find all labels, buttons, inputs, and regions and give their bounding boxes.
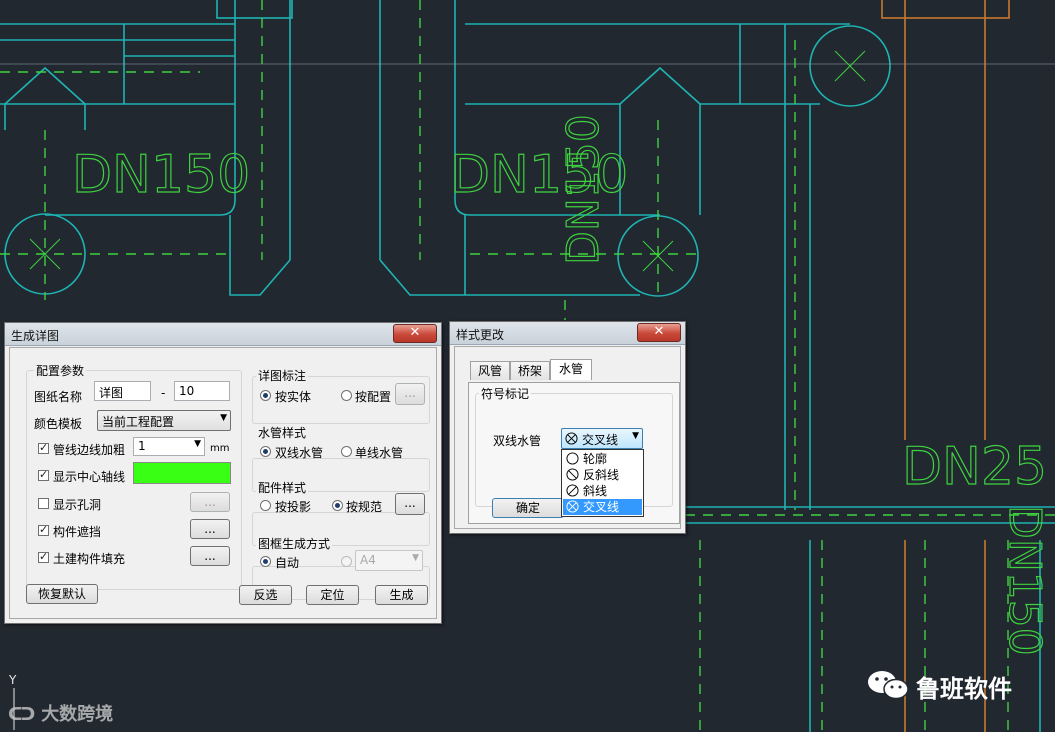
radio-by-projection-label: 按投影	[275, 500, 312, 514]
list-item-cross[interactable]: 交叉线	[563, 499, 642, 515]
frame-group-title: 图框生成方式	[256, 535, 333, 552]
config-options-button[interactable]: ...	[395, 383, 425, 405]
paper-size-select[interactable]: A4 ▼	[355, 550, 423, 571]
bold-edge-label: 管线边线加粗	[53, 443, 126, 457]
radio-by-config[interactable]	[341, 390, 352, 401]
symbol-group-title: 符号标记	[479, 385, 532, 402]
radio-by-config-label: 按配置	[355, 390, 392, 404]
list-item-slash[interactable]: 斜线	[563, 483, 642, 499]
close-button[interactable]: ✕	[637, 323, 681, 342]
holes-options-button[interactable]: ...	[190, 492, 230, 512]
locate-button[interactable]: 定位	[306, 585, 359, 605]
thickness-select[interactable]: 1 ▼	[133, 437, 205, 456]
drawing-name-label: 图纸名称	[34, 390, 83, 404]
axis-label: Y	[8, 673, 17, 687]
center-axis-checkbox[interactable]	[38, 468, 49, 481]
left-watermark-text: 大数跨境	[41, 704, 114, 725]
radio-double-line-label: 双线水管	[275, 446, 324, 460]
chevron-down-icon: ▼	[194, 439, 201, 449]
civil-fill-checkbox[interactable]	[38, 550, 49, 563]
civil-fill-options-button[interactable]: ...	[190, 546, 230, 566]
circle-icon	[566, 452, 579, 465]
color-template-label: 颜色模板	[34, 417, 83, 431]
cross-circle-icon	[566, 500, 579, 513]
detail-dialog-body: 配置参数 图纸名称 详图 - 10 颜色模板 当前工程配置 ▼ 管线边线加粗 1…	[9, 347, 437, 619]
radio-by-entity-label: 按实体	[275, 390, 312, 404]
drawing-name-input[interactable]: 详图	[94, 381, 151, 401]
chevron-down-icon: ▼	[220, 413, 227, 423]
bold-edge-checkbox[interactable]	[38, 441, 49, 454]
radio-single-line[interactable]	[341, 446, 352, 457]
backslash-circle-icon	[566, 468, 579, 481]
pipe-label: DN150	[72, 145, 250, 205]
symbol-select-value: 交叉线	[582, 433, 619, 447]
slash-circle-icon	[566, 484, 579, 497]
fitting-options-button[interactable]: ...	[395, 493, 425, 515]
radio-double-line[interactable]	[260, 446, 271, 457]
detail-dialog: 生成详图 ✕ 配置参数 图纸名称 详图 - 10 颜色模板 当前工程配置 ▼ 管…	[4, 322, 442, 624]
style-dialog-titlebar[interactable]: 样式更改 ✕	[450, 322, 685, 345]
fitting-style-group-title: 配件样式	[256, 479, 309, 496]
list-item-label: 斜线	[583, 484, 608, 498]
radio-by-standard-label: 按规范	[346, 500, 383, 514]
detail-label-group-title: 详图标注	[256, 367, 309, 384]
occlusion-checkbox[interactable]	[38, 523, 49, 536]
radio-by-standard[interactable]	[332, 500, 343, 511]
radio-by-projection[interactable]	[260, 500, 271, 511]
show-holes-label: 显示孔洞	[53, 498, 102, 512]
close-button[interactable]: ✕	[393, 324, 437, 343]
radio-auto[interactable]	[260, 556, 271, 567]
invert-selection-button[interactable]: 反选	[239, 585, 292, 605]
list-item-label: 轮廓	[583, 452, 608, 466]
generate-button[interactable]: 生成	[375, 585, 428, 605]
list-item-backslash[interactable]: 反斜线	[563, 467, 642, 483]
show-holes-checkbox[interactable]	[38, 498, 49, 509]
occlusion-label: 构件遮挡	[53, 525, 102, 539]
radio-paper[interactable]	[341, 556, 352, 567]
double-pipe-label: 双线水管	[493, 434, 542, 448]
list-item-label: 反斜线	[583, 468, 620, 482]
tab-strip: 风管 桥架 水管	[468, 359, 668, 382]
wechat-icon	[868, 671, 909, 700]
left-watermark: ᑕᑐ 大数跨境	[8, 700, 113, 726]
symbol-select[interactable]: 交叉线 ▼	[561, 428, 643, 449]
config-group-title: 配置参数	[34, 362, 87, 379]
pipe-label: DN150	[999, 505, 1050, 656]
right-watermark-text: 鲁班软件	[916, 675, 1012, 703]
thickness-unit: mm	[210, 443, 230, 454]
radio-auto-label: 自动	[275, 556, 300, 570]
thickness-value: 1	[138, 439, 146, 453]
list-item-outline[interactable]: 轮廓	[563, 451, 642, 467]
paper-size-value: A4	[360, 553, 376, 567]
logo-icon: ᑕᑐ	[8, 704, 35, 725]
civil-fill-label: 土建构件填充	[53, 552, 126, 566]
radio-single-line-label: 单线水管	[355, 446, 404, 460]
occlusion-options-button[interactable]: ...	[190, 519, 230, 539]
dialog-title: 生成详图	[11, 329, 60, 343]
color-template-value: 当前工程配置	[102, 415, 175, 429]
dash-separator: -	[161, 386, 166, 400]
center-axis-label: 显示中心轴线	[53, 470, 126, 484]
radio-by-entity[interactable]	[260, 390, 271, 401]
symbol-dropdown-list: 轮廓 反斜线 斜线 交叉线	[561, 449, 644, 517]
chevron-down-icon: ▼	[632, 431, 639, 441]
cross-circle-icon	[565, 432, 578, 445]
color-template-select[interactable]: 当前工程配置 ▼	[97, 410, 231, 431]
tab-tray[interactable]: 桥架	[510, 361, 550, 380]
axis-color-swatch[interactable]	[133, 462, 231, 484]
list-item-label: 交叉线	[583, 500, 620, 514]
dialog-title: 样式更改	[456, 328, 505, 342]
detail-dialog-titlebar[interactable]: 生成详图 ✕	[5, 323, 441, 346]
chevron-down-icon: ▼	[412, 553, 419, 563]
pipe-label: DN150	[558, 114, 609, 265]
restore-defaults-button[interactable]: 恢复默认	[26, 584, 98, 604]
tab-duct[interactable]: 风管	[470, 361, 510, 380]
water-style-group-title: 水管样式	[256, 424, 309, 441]
pipe-label: DN25	[902, 437, 1047, 497]
drawing-number-input[interactable]: 10	[174, 381, 230, 401]
ok-button[interactable]: 确定	[492, 498, 564, 518]
tab-water-pipe[interactable]: 水管	[550, 359, 592, 380]
